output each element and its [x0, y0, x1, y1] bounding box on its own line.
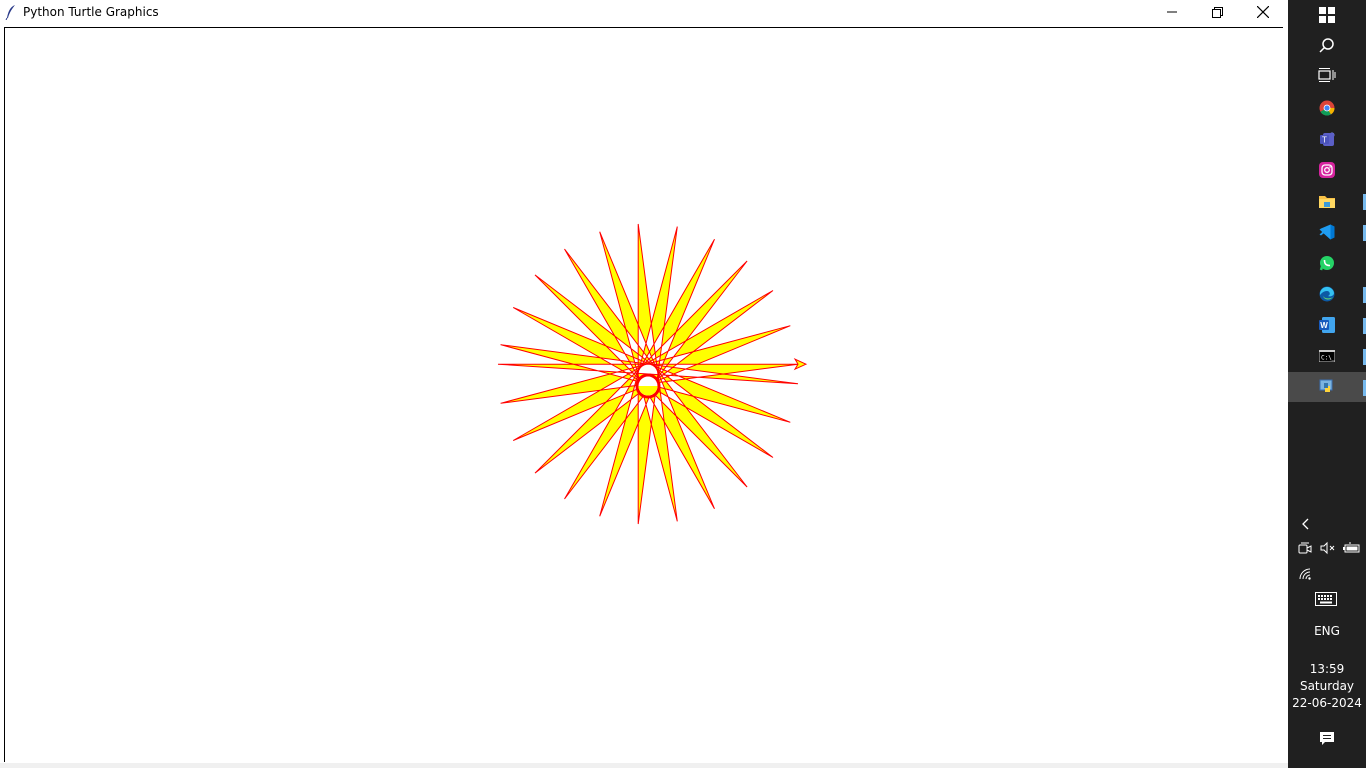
close-icon [1257, 6, 1269, 18]
svg-text:C:\_: C:\_ [1321, 355, 1335, 362]
windows-icon [1319, 7, 1335, 23]
minimize-icon [1167, 11, 1177, 13]
battery-icon [1343, 542, 1360, 553]
edge-icon [1319, 286, 1335, 302]
vscode-icon [1319, 224, 1335, 240]
volume-mute-icon [1320, 541, 1335, 555]
word-icon: W [1319, 317, 1335, 333]
taskbar-word[interactable]: W [1288, 310, 1366, 340]
notification-icon [1320, 732, 1334, 745]
minimize-button[interactable] [1149, 0, 1195, 24]
turtle-window: Python Turtle Graphics [0, 0, 1288, 768]
search-button[interactable] [1288, 30, 1366, 60]
action-center-button[interactable] [1318, 730, 1336, 748]
show-hidden-icons-button[interactable] [1298, 516, 1312, 532]
taskbar-edge[interactable] [1288, 279, 1366, 309]
wifi-icon [1299, 568, 1311, 580]
folder-icon [1319, 196, 1335, 208]
svg-text:W: W [1320, 321, 1328, 330]
task-view-button[interactable] [1288, 60, 1366, 90]
taskbar-cmd[interactable]: C:\_ [1288, 341, 1366, 371]
tray-battery[interactable] [1343, 541, 1361, 555]
restore-button[interactable] [1194, 0, 1240, 24]
camera-icon [1298, 542, 1312, 554]
search-icon [1319, 38, 1334, 53]
terminal-icon: C:\_ [1319, 350, 1335, 362]
window-bottom-edge [0, 763, 1288, 768]
taskbar-vscode[interactable] [1288, 217, 1366, 247]
chevron-left-icon [1302, 518, 1309, 530]
clock-day[interactable]: Saturday [1288, 679, 1366, 693]
python-icon [1319, 379, 1333, 392]
window-title: Python Turtle Graphics [23, 5, 159, 19]
svg-text:T: T [1322, 136, 1327, 145]
taskbar-instagram[interactable] [1288, 155, 1366, 185]
tray-network[interactable] [1298, 567, 1314, 581]
clock-date[interactable]: 22-06-2024 [1288, 696, 1366, 710]
star-drawing [497, 223, 808, 525]
taskbar-chrome[interactable] [1288, 93, 1366, 123]
start-button[interactable] [1288, 0, 1366, 30]
instagram-icon [1319, 162, 1335, 178]
close-button[interactable] [1240, 0, 1286, 24]
keyboard-icon [1315, 592, 1337, 606]
restore-icon [1211, 6, 1223, 18]
taskbar-teams[interactable]: T [1288, 124, 1366, 154]
turtle-canvas[interactable] [4, 27, 1283, 762]
task-view-icon [1318, 68, 1336, 82]
title-bar[interactable]: Python Turtle Graphics [0, 0, 1288, 24]
whatsapp-icon [1319, 256, 1334, 271]
taskbar-python[interactable] [1288, 372, 1366, 402]
taskbar-file-explorer[interactable] [1288, 186, 1366, 216]
tray-volume[interactable] [1320, 541, 1336, 555]
language-indicator[interactable]: ENG [1288, 624, 1366, 638]
taskbar-whatsapp[interactable] [1288, 248, 1366, 278]
teams-icon: T [1319, 132, 1334, 146]
feather-icon [5, 5, 15, 20]
taskbar: T W C:\_ ENG 13:59 Saturday 22-06-2024 [1288, 0, 1366, 768]
tray-touch-keyboard[interactable] [1314, 591, 1338, 607]
chrome-icon [1319, 100, 1335, 116]
clock-time[interactable]: 13:59 [1288, 662, 1366, 676]
tray-meet-now[interactable] [1298, 541, 1312, 555]
